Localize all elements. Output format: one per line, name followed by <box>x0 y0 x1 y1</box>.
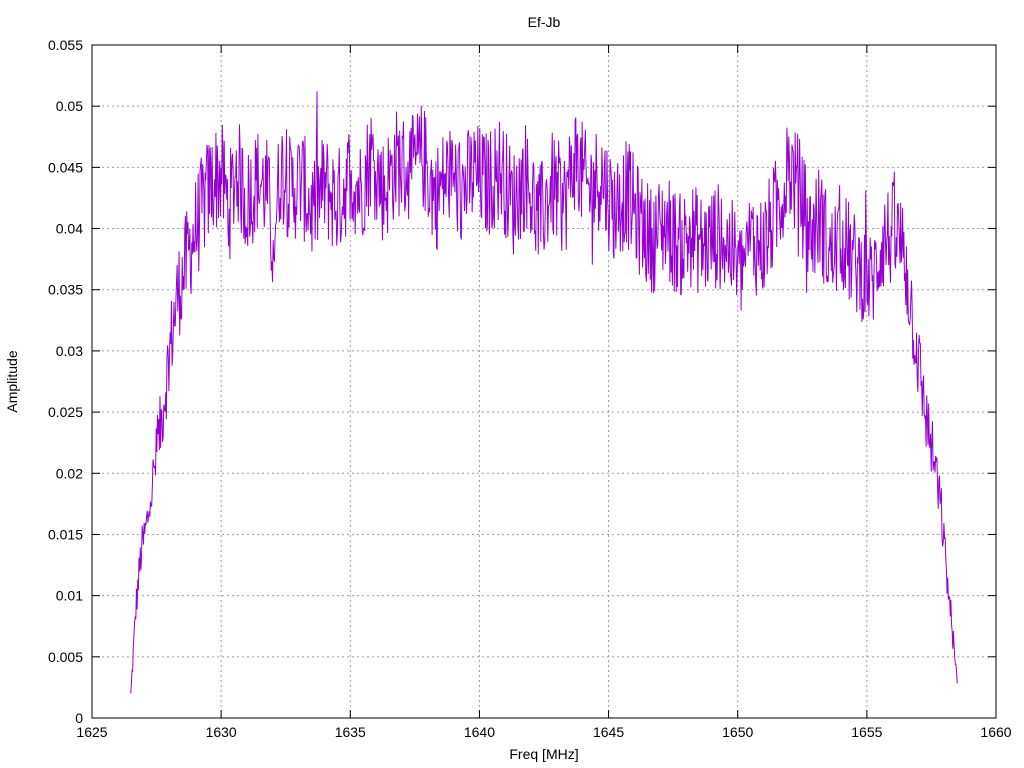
y-tick-label: 0.055 <box>48 37 83 53</box>
y-tick-label: 0.045 <box>48 159 83 175</box>
tick-marks <box>91 44 997 719</box>
y-tick-label: 0.035 <box>48 282 83 298</box>
chart-title: Ef-Jb <box>528 14 561 30</box>
y-tick-label: 0.02 <box>56 465 83 481</box>
x-tick-label: 1655 <box>851 724 882 740</box>
x-tick-label: 1645 <box>593 724 624 740</box>
grid <box>92 45 996 718</box>
x-tick-label: 1630 <box>206 724 237 740</box>
y-axis-label: Amplitude <box>4 350 20 412</box>
y-tick-label: 0 <box>75 710 83 726</box>
y-tick-label: 0.04 <box>56 221 83 237</box>
x-tick-label: 1650 <box>722 724 753 740</box>
series-group <box>130 91 958 694</box>
x-tick-label: 1660 <box>980 724 1011 740</box>
tick-labels: 1625 1630 1635 1640 1645 1650 1655 1660 0 0.005 0.… <box>48 37 1012 740</box>
line-chart: 1625 1630 1635 1640 1645 1650 1655 1660 0 0.005 0.… <box>4 14 1012 762</box>
x-tick-label: 1635 <box>335 724 366 740</box>
y-tick-label: 0.015 <box>48 526 83 542</box>
chart-container: 1625 1630 1635 1640 1645 1650 1655 1660 0 0.005 0.… <box>0 0 1024 768</box>
x-tick-label: 1640 <box>464 724 495 740</box>
y-tick-label: 0.005 <box>48 649 83 665</box>
plot-frame <box>91 44 997 719</box>
amplitude-series-line <box>130 91 958 694</box>
x-tick-label: 1625 <box>76 724 107 740</box>
y-tick-label: 0.025 <box>48 404 83 420</box>
y-tick-label: 0.03 <box>56 343 83 359</box>
x-axis-label: Freq [MHz] <box>509 746 578 762</box>
y-tick-label: 0.01 <box>56 588 83 604</box>
y-tick-label: 0.05 <box>56 98 83 114</box>
